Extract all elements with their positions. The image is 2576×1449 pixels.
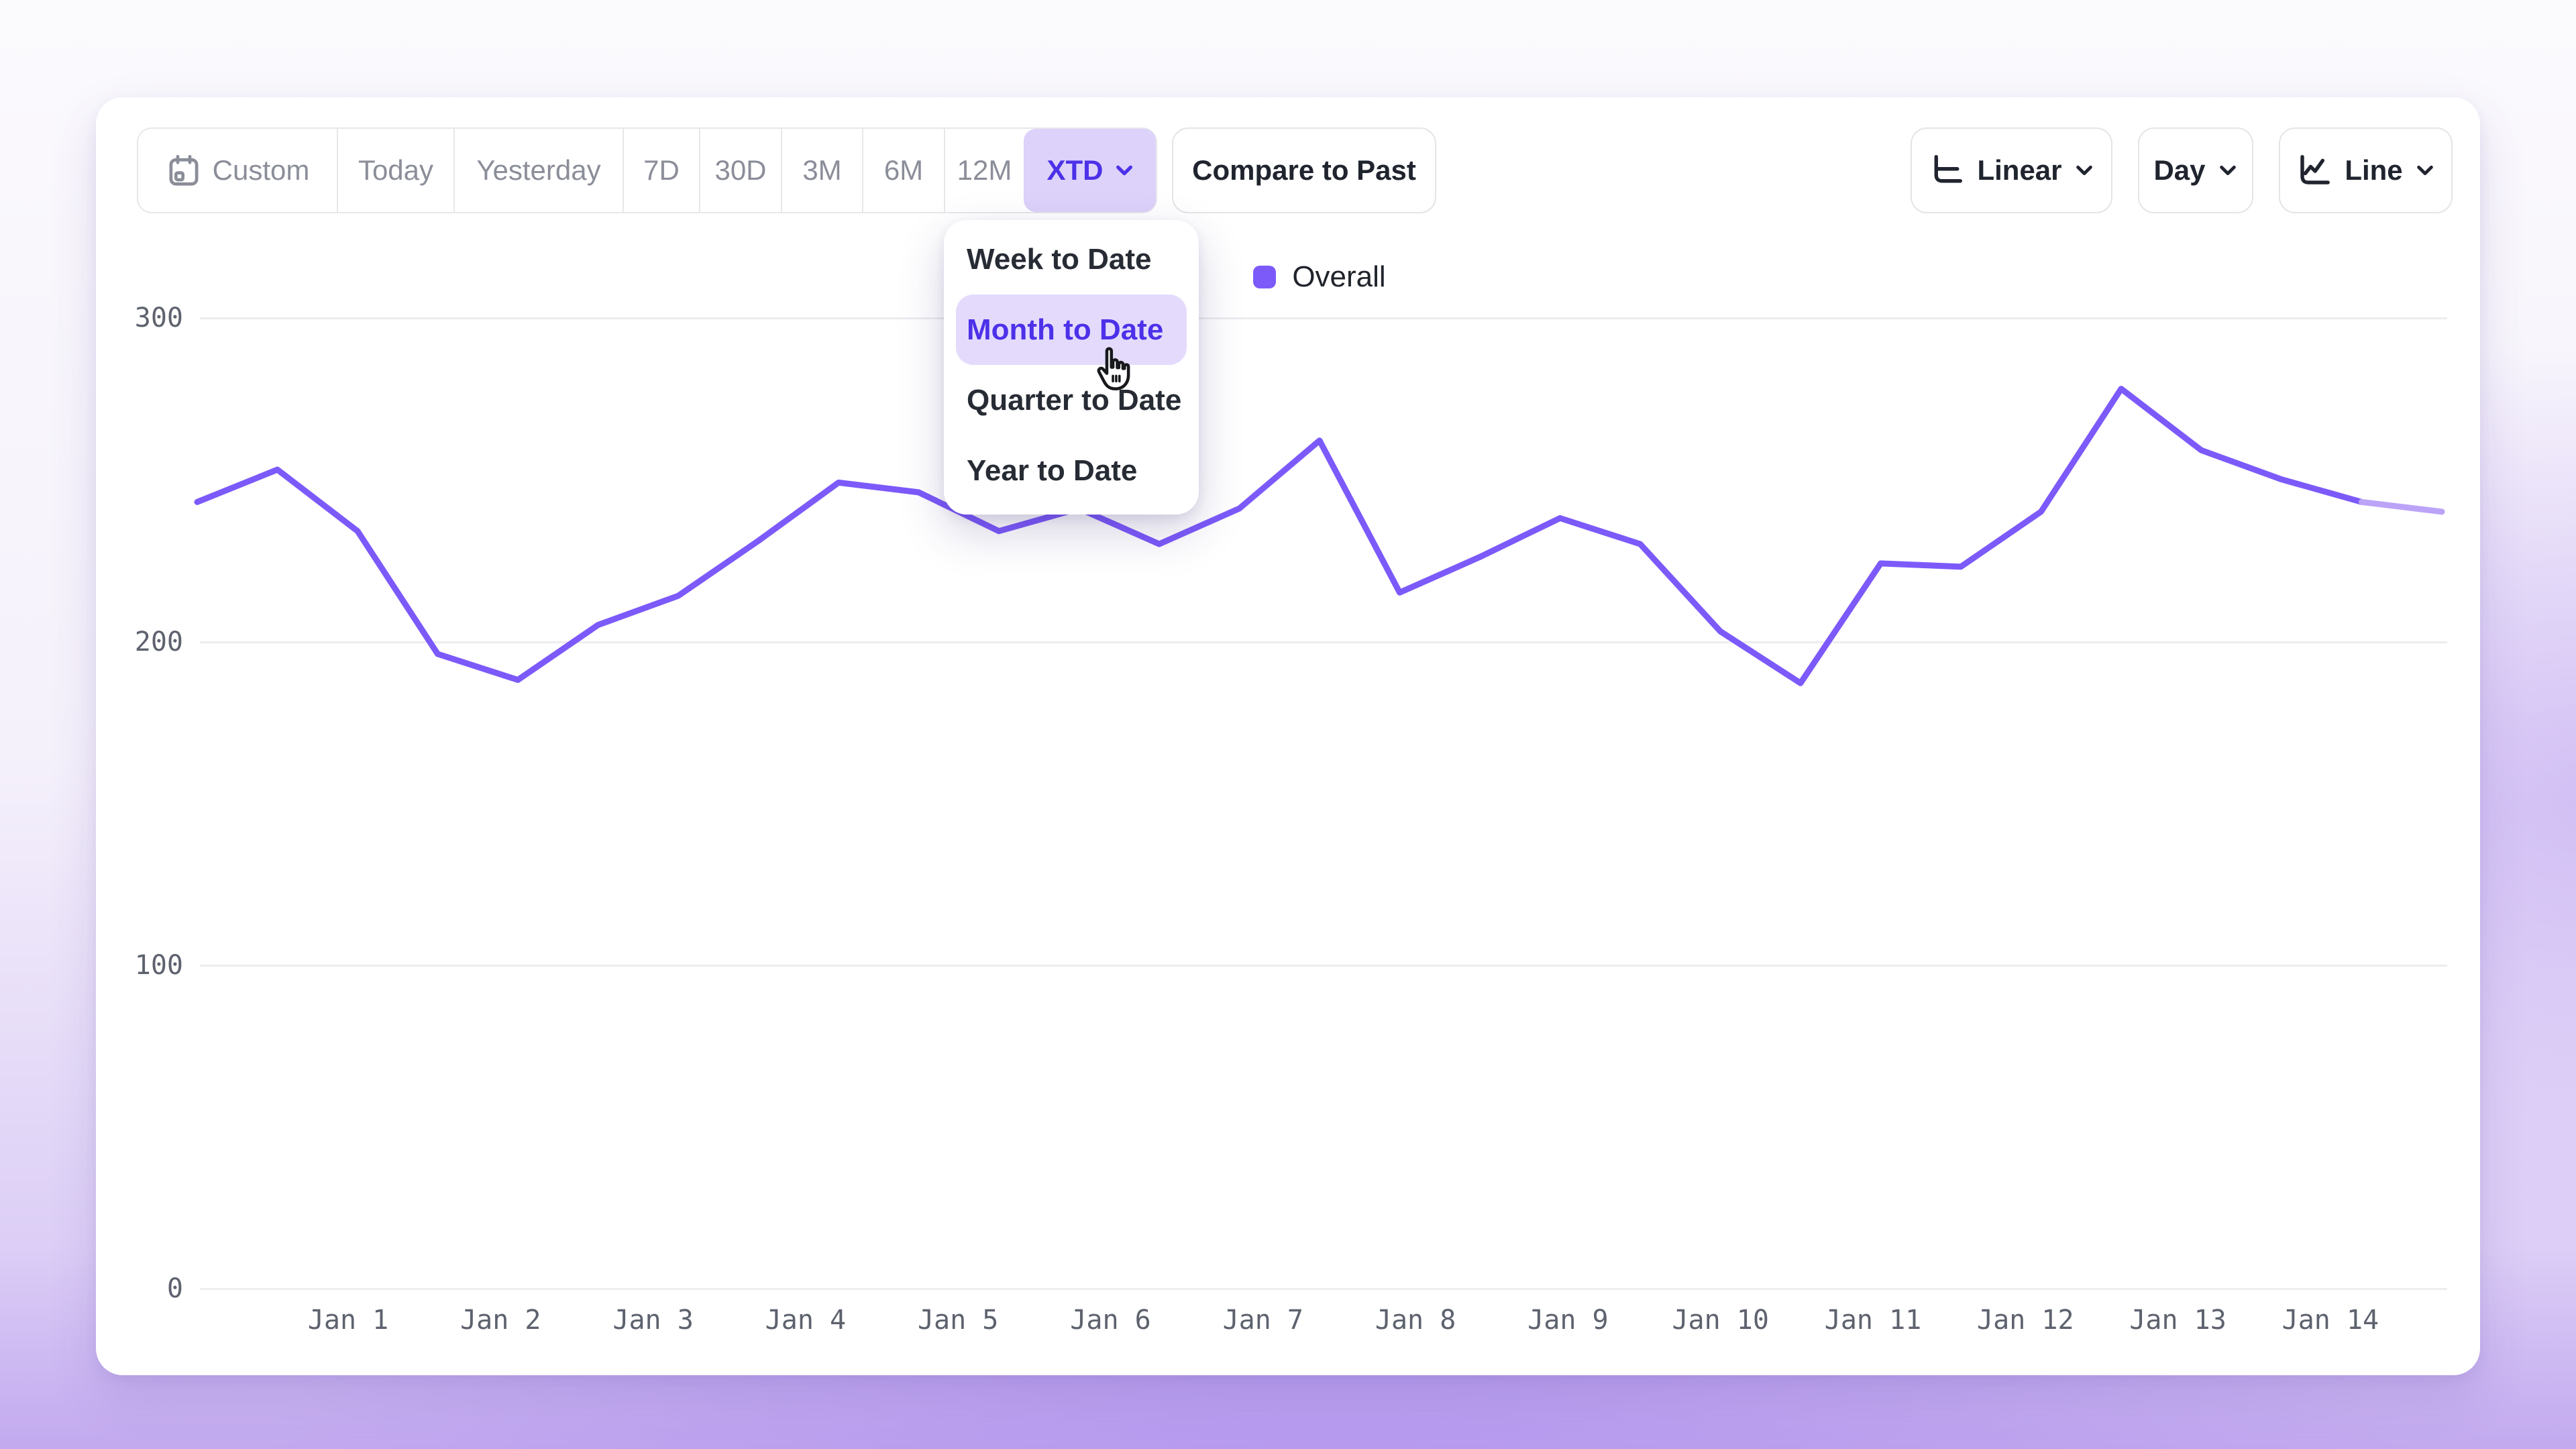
range-button-3m[interactable]: 3M bbox=[781, 129, 862, 212]
x-axis-label-jan-5: Jan 5 bbox=[918, 1305, 998, 1336]
range-button-label: XTD bbox=[1047, 154, 1104, 186]
range-button-6m[interactable]: 6M bbox=[862, 129, 944, 212]
range-button-label: Custom bbox=[213, 154, 310, 186]
compare-to-past-button[interactable]: Compare to Past bbox=[1172, 127, 1436, 213]
y-axis-label-200: 200 bbox=[96, 627, 183, 657]
x-axis-label-jan-6: Jan 6 bbox=[1070, 1305, 1150, 1336]
menu-item-label: Quarter to Date bbox=[967, 384, 1181, 417]
x-axis-label-jan-7: Jan 7 bbox=[1223, 1305, 1303, 1336]
legend-label: Overall bbox=[1292, 260, 1385, 294]
range-button-xtd[interactable]: XTD bbox=[1024, 129, 1156, 212]
x-axis-label-jan-9: Jan 9 bbox=[1527, 1305, 1608, 1336]
y-axis-label-100: 100 bbox=[96, 950, 183, 981]
chevron-down-icon bbox=[2218, 160, 2238, 180]
chevron-down-icon bbox=[2074, 160, 2094, 180]
menu-item-label: Year to Date bbox=[967, 454, 1137, 488]
range-button-label: Today bbox=[358, 154, 433, 186]
compare-to-past-label: Compare to Past bbox=[1192, 154, 1416, 186]
series-line-overall bbox=[197, 389, 2362, 684]
series-line-overall-incomplete-period bbox=[2362, 502, 2443, 512]
chart-type-dropdown-button[interactable]: Line bbox=[2279, 127, 2453, 213]
x-axis-label-jan-4: Jan 4 bbox=[765, 1305, 846, 1336]
xtd-dropdown-menu: Week to Date Month to Date Quarter to Date… bbox=[944, 220, 1199, 515]
toolbar: Custom Today Yesterday 7D 30D 3M 6M 12M XTD Comp… bbox=[96, 127, 2480, 213]
menu-item-quarter-to-date[interactable]: Quarter to Date bbox=[956, 365, 1187, 435]
interval-label: Day bbox=[2153, 154, 2205, 186]
gridline-y-300 bbox=[200, 317, 2447, 319]
x-axis-label-jan-8: Jan 8 bbox=[1375, 1305, 1456, 1336]
range-button-label: 3M bbox=[802, 154, 841, 186]
range-button-label: 7D bbox=[643, 154, 680, 186]
menu-item-label: Month to Date bbox=[967, 313, 1163, 347]
range-button-30d[interactable]: 30D bbox=[699, 129, 781, 212]
menu-item-year-to-date[interactable]: Year to Date bbox=[956, 435, 1187, 506]
scale-dropdown-button[interactable]: Linear bbox=[1911, 127, 2112, 213]
chevron-down-icon bbox=[2415, 160, 2435, 180]
y-axis-label-0: 0 bbox=[96, 1273, 183, 1304]
range-button-today[interactable]: Today bbox=[337, 129, 453, 212]
chart-type-label: Line bbox=[2345, 154, 2402, 186]
range-button-label: Yesterday bbox=[476, 154, 600, 186]
range-button-label: 30D bbox=[714, 154, 766, 186]
calendar-icon bbox=[166, 152, 202, 189]
gridline-y-100 bbox=[200, 965, 2447, 967]
menu-item-week-to-date[interactable]: Week to Date bbox=[956, 224, 1187, 294]
x-axis-label-jan-3: Jan 3 bbox=[612, 1305, 693, 1336]
chevron-down-icon bbox=[1114, 160, 1134, 180]
line-chart-icon bbox=[2296, 152, 2332, 189]
x-axis-label-jan-11: Jan 11 bbox=[1825, 1305, 1922, 1336]
menu-item-month-to-date[interactable]: Month to Date bbox=[956, 294, 1187, 365]
chart-legend: Overall bbox=[197, 258, 2442, 296]
x-axis-label-jan-12: Jan 12 bbox=[1977, 1305, 2074, 1336]
range-button-yesterday[interactable]: Yesterday bbox=[453, 129, 623, 212]
y-axis-label-300: 300 bbox=[96, 303, 183, 333]
linear-scale-icon bbox=[1929, 152, 1965, 189]
x-axis-label-jan-14: Jan 14 bbox=[2282, 1305, 2379, 1336]
chart-card: Custom Today Yesterday 7D 30D 3M 6M 12M XTD Comp… bbox=[96, 97, 2480, 1375]
menu-item-label: Week to Date bbox=[967, 243, 1152, 276]
x-axis-label-jan-10: Jan 10 bbox=[1672, 1305, 1769, 1336]
range-button-7d[interactable]: 7D bbox=[623, 129, 699, 212]
gridline-y-0 bbox=[200, 1288, 2447, 1290]
range-button-12m[interactable]: 12M bbox=[944, 129, 1024, 212]
legend-swatch bbox=[1253, 266, 1276, 288]
x-axis-label-jan-2: Jan 2 bbox=[460, 1305, 541, 1336]
range-button-label: 12M bbox=[957, 154, 1012, 186]
range-button-label: 6M bbox=[884, 154, 923, 186]
scale-label: Linear bbox=[1977, 154, 2061, 186]
x-axis-label-jan-13: Jan 13 bbox=[2129, 1305, 2226, 1336]
date-range-segmented-control: Custom Today Yesterday 7D 30D 3M 6M 12M XTD bbox=[137, 127, 1157, 213]
x-axis-label-jan-1: Jan 1 bbox=[308, 1305, 388, 1336]
hand-pointer-cursor bbox=[1088, 344, 1140, 400]
gridline-y-200 bbox=[200, 641, 2447, 643]
range-button-custom[interactable]: Custom bbox=[138, 129, 337, 212]
interval-dropdown-button[interactable]: Day bbox=[2138, 127, 2253, 213]
